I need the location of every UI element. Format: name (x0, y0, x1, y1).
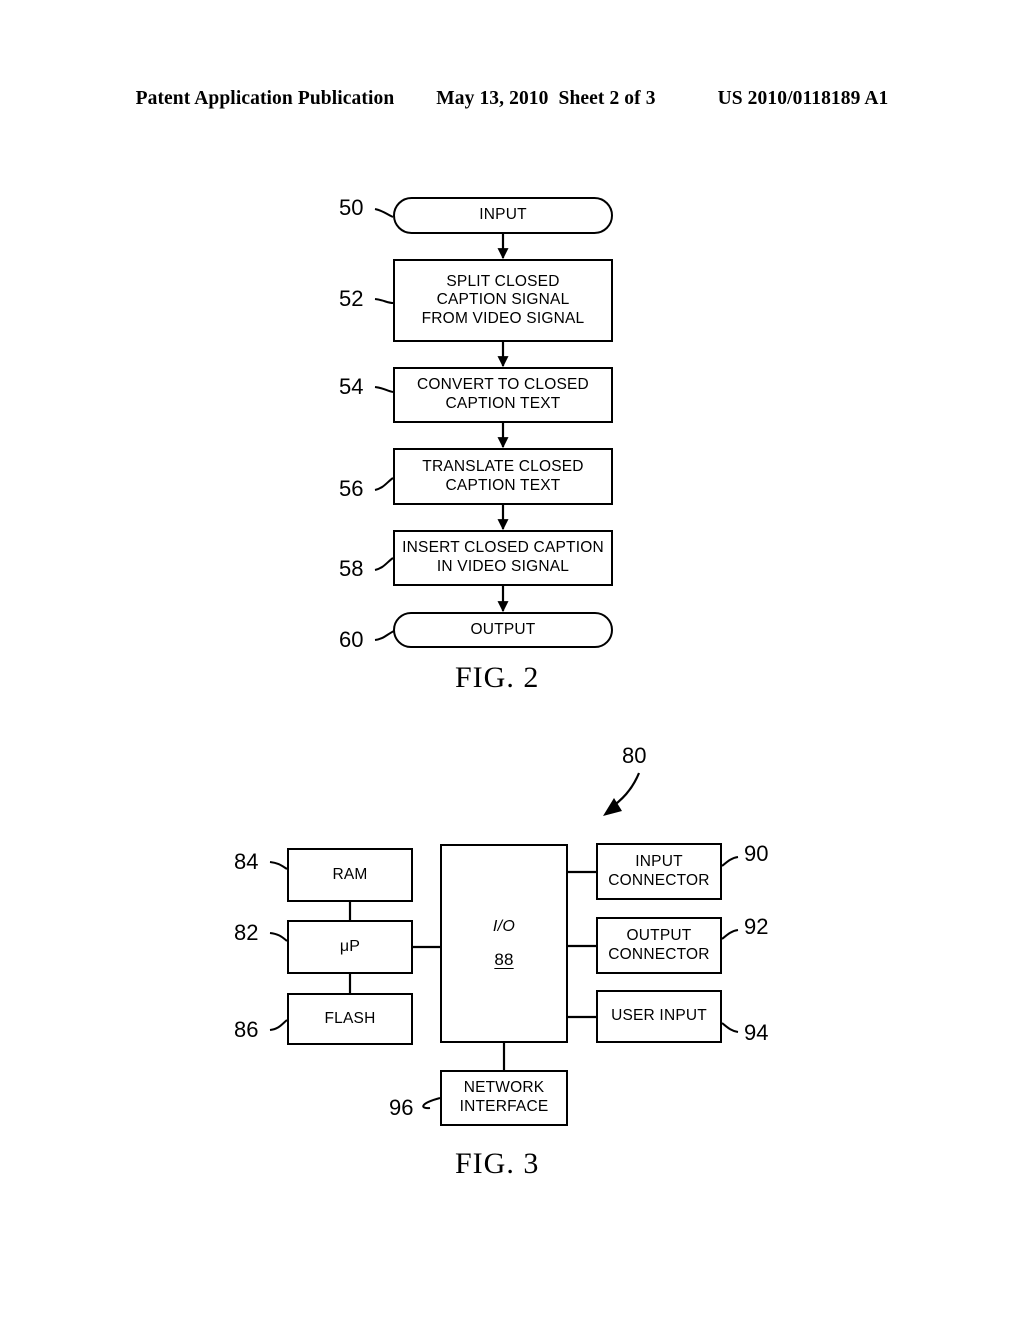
block-network-interface-line-1: INTERFACE (459, 1098, 549, 1115)
flow-node-input-line-0: INPUT (479, 206, 527, 224)
ref-numeral-50: 50 (339, 195, 364, 220)
block-input-connector-line-1: CONNECTOR (608, 871, 710, 889)
flow-node-insert-line-0: INSERT CLOSED CAPTION (402, 539, 604, 557)
block-user-input-label: USER INPUT (611, 1007, 707, 1025)
ref-numeral-84: 84 (234, 849, 259, 874)
block-ram: RAM (287, 848, 413, 902)
page-header: Patent Application Publication May 13, 2… (0, 88, 1024, 114)
block-output-connector: OUTPUT CONNECTOR (596, 917, 722, 974)
flow-node-output-line-0: OUTPUT (470, 620, 536, 638)
flow-node-insert-line-1: IN VIDEO SIGNAL (436, 558, 570, 575)
header-date-sheet: May 13, 2010 Sheet 2 of 3 (436, 88, 665, 110)
flow-node-split-line-0: SPLIT CLOSED (446, 272, 560, 290)
block-ram-label: RAM (332, 865, 368, 883)
block-network-interface: NETWORK INTERFACE (440, 1070, 568, 1126)
flow-node-translate-line-0: TRANSLATE CLOSED (422, 457, 584, 475)
flow-node-split-line-2: FROM VIDEO SIGNAL (421, 309, 585, 327)
block-flash: FLASH (287, 993, 413, 1045)
ref-numeral-58: 58 (339, 556, 364, 581)
block-microprocessor: μP (287, 920, 413, 974)
header-patent-number: US 2010/0118189 A1 (717, 88, 889, 109)
block-output-connector-line-0: OUTPUT (626, 926, 692, 944)
flow-node-translate-text: TRANSLATE CLOSED CAPTION TEXT (393, 448, 613, 505)
ref-numeral-86: 86 (234, 1017, 259, 1042)
figure2-caption: FIG. 2 (455, 661, 540, 694)
flow-node-convert-line-0: CONVERT TO CLOSED (417, 376, 589, 394)
block-input-connector-line-0: INPUT (635, 852, 683, 870)
ref-numeral-60: 60 (339, 627, 364, 652)
figure3-caption: FIG. 3 (455, 1147, 540, 1180)
ref-numeral-82: 82 (234, 920, 259, 945)
flow-node-convert-to-text: CONVERT TO CLOSED CAPTION TEXT (393, 367, 613, 423)
flow-node-translate-line-1: CAPTION TEXT (445, 476, 561, 494)
block-io: I/O 88 (440, 844, 568, 1043)
ref-numeral-90: 90 (744, 841, 769, 866)
ref-numeral-96: 96 (389, 1095, 414, 1120)
ref-numeral-92: 92 (744, 914, 769, 939)
block-input-connector: INPUT CONNECTOR (596, 843, 722, 900)
block-output-connector-line-1: CONNECTOR (608, 945, 710, 963)
block-microprocessor-label: μP (339, 938, 361, 956)
block-io-label: I/O (492, 917, 516, 935)
ref-numeral-80: 80 (622, 743, 647, 768)
block-flash-label: FLASH (324, 1009, 376, 1027)
flow-node-split-closed-caption: SPLIT CLOSED CAPTION SIGNAL FROM VIDEO S… (393, 259, 613, 342)
ref-numeral-94: 94 (744, 1020, 769, 1045)
ref-numeral-52: 52 (339, 286, 364, 311)
flow-node-split-line-1: CAPTION SIGNAL (436, 291, 570, 309)
header-publication-title: Patent Application Publication (135, 88, 395, 109)
header-sheet: Sheet 2 of 3 (558, 88, 656, 109)
flow-node-convert-line-1: CAPTION TEXT (445, 395, 561, 412)
block-user-input: USER INPUT (596, 990, 722, 1043)
flow-node-input: INPUT (393, 197, 613, 234)
flow-node-output: OUTPUT (393, 612, 613, 648)
ref-numeral-54: 54 (339, 374, 364, 399)
ref-numeral-56: 56 (339, 476, 364, 501)
header-date: May 13, 2010 (436, 88, 549, 109)
block-io-reference: 88 (494, 949, 514, 969)
block-network-interface-line-0: NETWORK (463, 1079, 545, 1097)
flow-node-insert-caption: INSERT CLOSED CAPTION IN VIDEO SIGNAL (393, 530, 613, 586)
